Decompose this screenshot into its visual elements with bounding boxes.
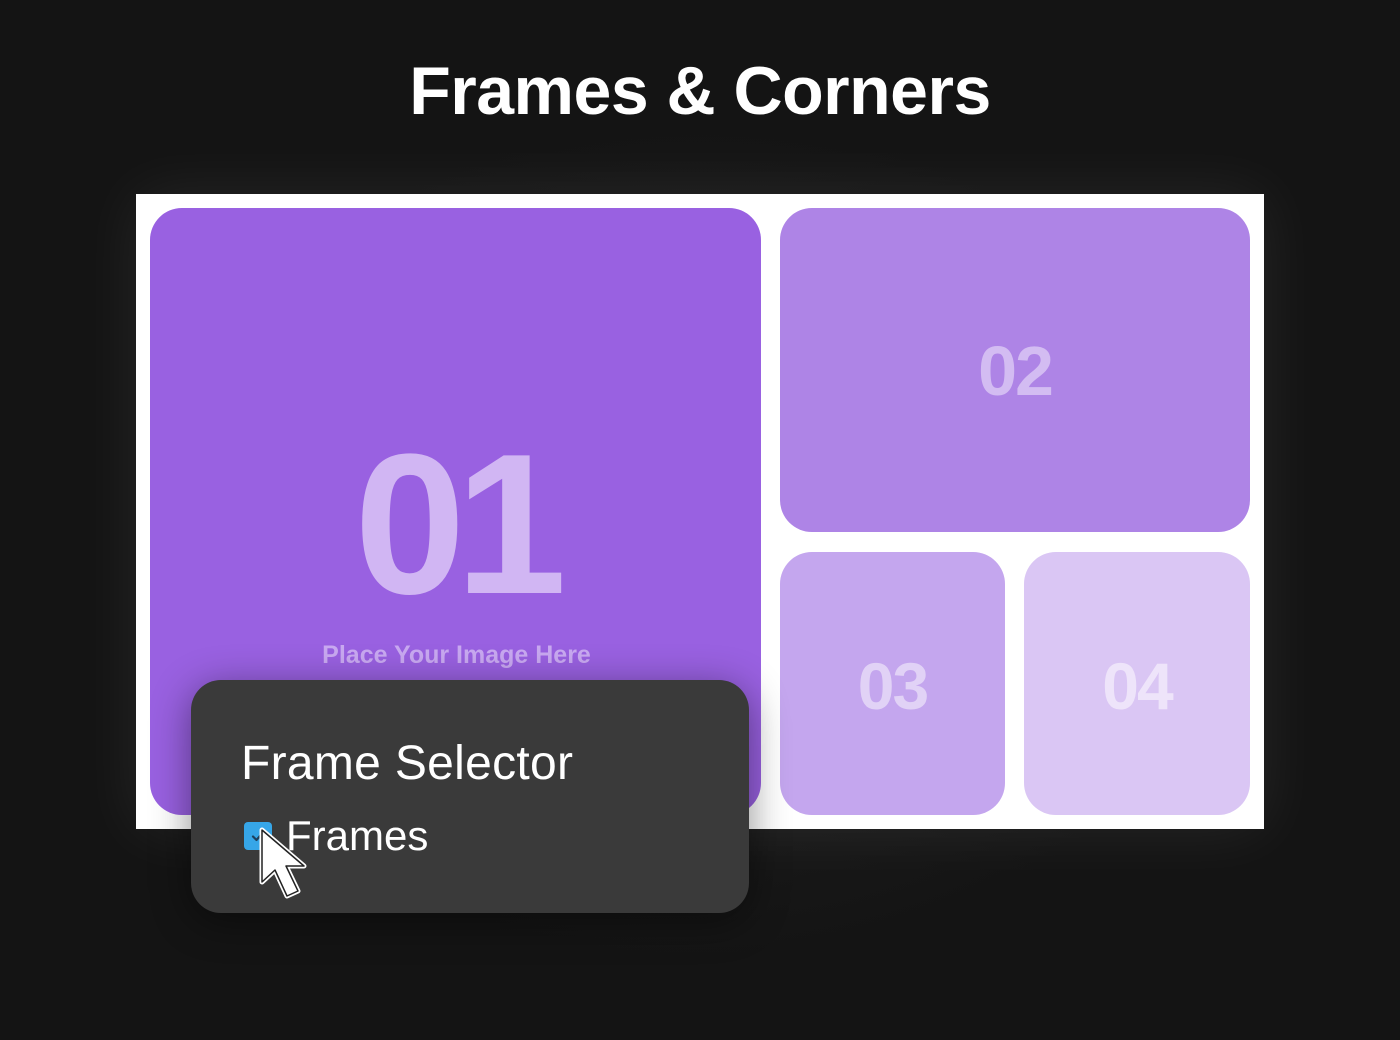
frame-02-number: 02 xyxy=(978,332,1054,410)
frame-04[interactable]: 04 xyxy=(1024,552,1250,815)
frame-03[interactable]: 03 xyxy=(780,552,1005,815)
frame-03-number: 03 xyxy=(857,648,929,723)
frame-04-number: 04 xyxy=(1102,648,1173,723)
panel-title: Frame Selector xyxy=(241,737,574,790)
frames-option[interactable]: Frames xyxy=(244,812,429,859)
frames-option-label: Frames xyxy=(286,812,429,859)
checkmark-icon xyxy=(251,831,265,842)
frames-checkbox[interactable] xyxy=(244,822,272,850)
page-title: Frames & Corners xyxy=(409,53,991,129)
frame-01-number: 01 xyxy=(354,413,566,636)
frame-02[interactable]: 02 xyxy=(780,208,1250,532)
frame-selector-panel: Frame Selector Frames xyxy=(191,680,749,913)
frame-01-caption: Place Your Image Here xyxy=(322,641,591,669)
